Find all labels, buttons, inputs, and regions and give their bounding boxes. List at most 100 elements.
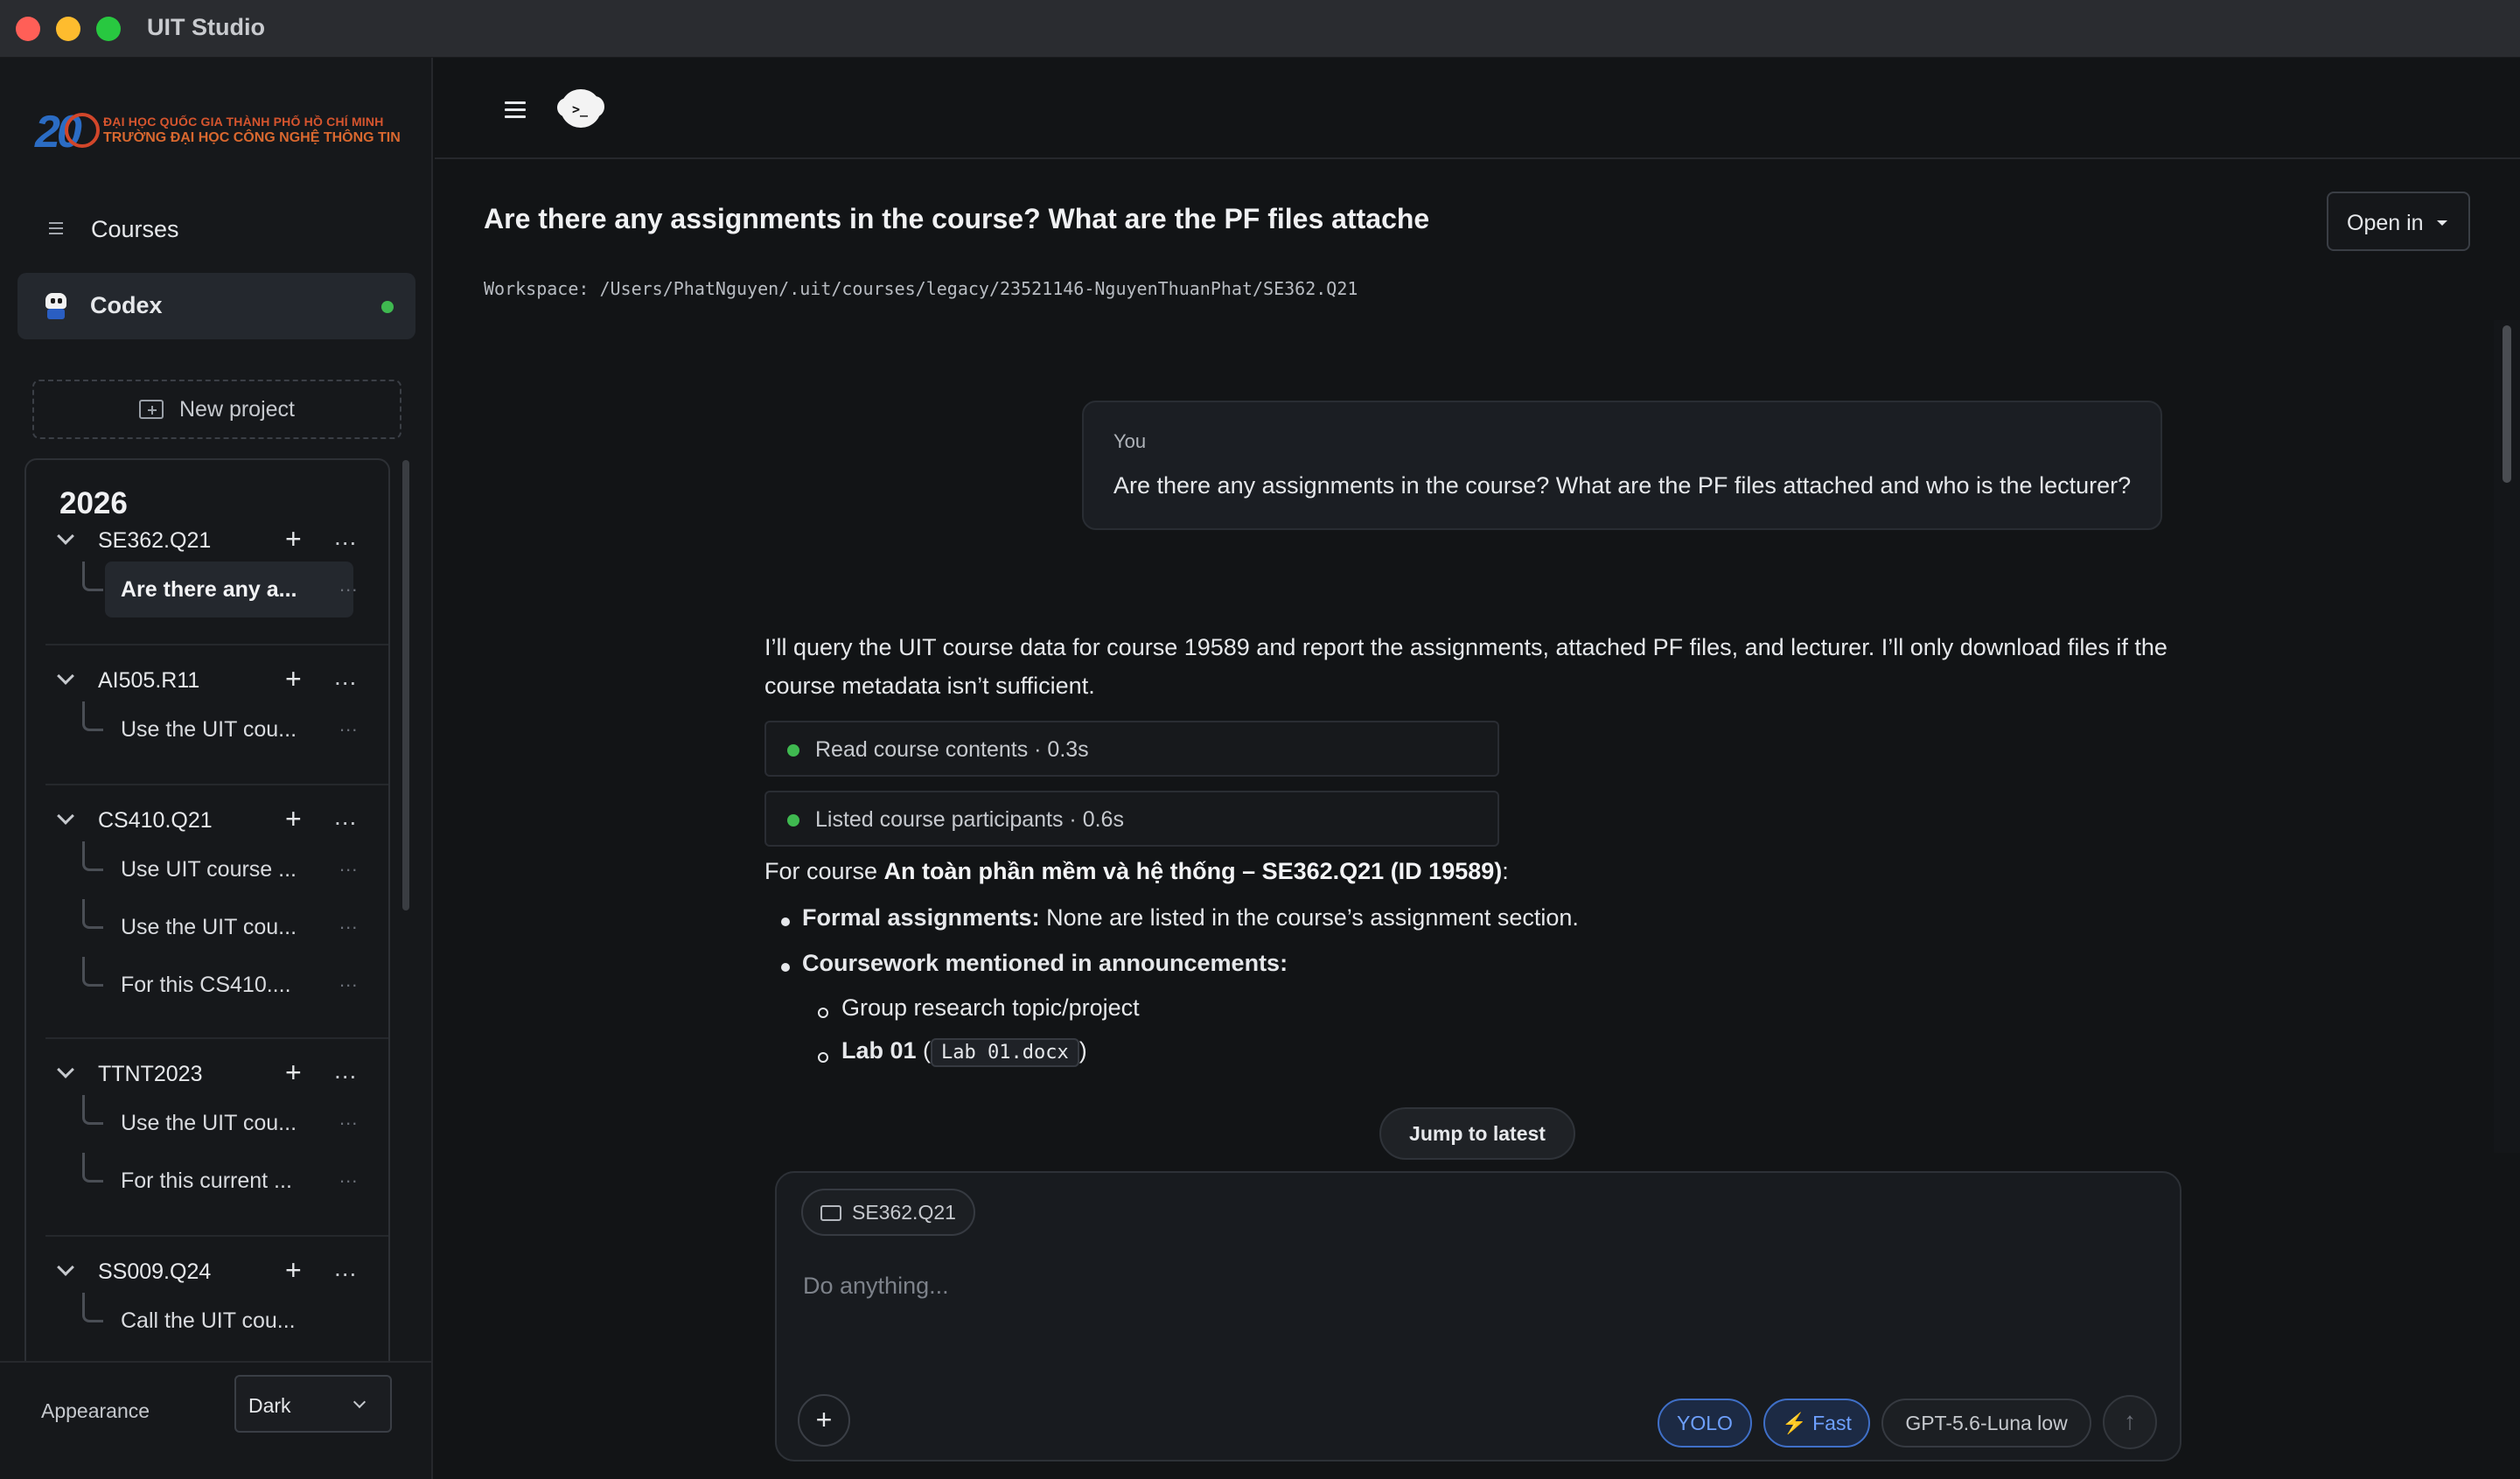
main-panel: >_ Are there any assignments in the cour…: [435, 58, 2520, 1479]
attach-button[interactable]: +: [798, 1394, 850, 1447]
success-status-icon: [787, 814, 799, 827]
thread-item[interactable]: Use the UIT cou... ...: [26, 701, 388, 759]
bullet-label: Formal assignments:: [802, 904, 1040, 931]
more-options-button[interactable]: ...: [334, 663, 357, 691]
thread-label: For this CS410....: [121, 973, 291, 997]
more-options-button[interactable]: ...: [334, 1057, 357, 1085]
toggle-sidebar-button[interactable]: [505, 101, 526, 122]
new-project-label: New project: [179, 396, 295, 422]
more-options-button[interactable]: ...: [334, 803, 357, 831]
scrollbar-thumb[interactable]: [2503, 325, 2511, 483]
thread-label: Use the UIT cou...: [121, 717, 297, 742]
sub-bullet-icon: [818, 1008, 828, 1018]
thread-more-button[interactable]: ...: [339, 1165, 358, 1188]
logo-circle-icon: [65, 113, 100, 148]
composer: SE362.Q21 Do anything... + YOLO ⚡ Fast G…: [775, 1171, 2181, 1462]
course-group-header[interactable]: TTNT2023 + ...: [26, 1053, 388, 1095]
course-group-header[interactable]: SS009.Q24 + ...: [26, 1251, 388, 1293]
course-name: AI505.R11: [98, 668, 200, 693]
thread-more-button[interactable]: ...: [339, 969, 358, 992]
message-text: Are there any assignments in the course?…: [1113, 472, 2132, 499]
course-summary: For course An toàn phần mềm và hệ thống …: [764, 858, 1509, 885]
thread-item[interactable]: For this current ... ...: [26, 1153, 388, 1210]
course-name: TTNT2023: [98, 1062, 203, 1086]
logo-line-1: ĐẠI HỌC QUỐC GIA THÀNH PHỐ HỒ CHÍ MINH: [103, 115, 384, 129]
success-status-icon: [787, 744, 799, 757]
bullet-item: Coursework mentioned in announcements:: [802, 950, 1288, 977]
course-group-header[interactable]: CS410.Q21 + ...: [26, 799, 388, 841]
codex-icon: [44, 293, 68, 319]
more-options-button[interactable]: ...: [334, 523, 357, 551]
jump-to-latest-button[interactable]: Jump to latest: [1379, 1107, 1575, 1160]
new-project-button[interactable]: New project: [32, 380, 401, 439]
fast-toggle[interactable]: ⚡ Fast: [1763, 1399, 1870, 1448]
nav-item-courses[interactable]: Courses: [19, 203, 415, 255]
context-chip[interactable]: SE362.Q21: [801, 1189, 975, 1236]
thread-label: For this current ...: [121, 1169, 292, 1193]
course-group-header[interactable]: SE362.Q21 + ...: [26, 520, 388, 562]
course-group: AI505.R11 + ... Use the UIT cou... ...: [26, 659, 388, 759]
chevron-down-icon[interactable]: [57, 807, 74, 825]
bullet-text: None are listed in the course’s assignme…: [1039, 904, 1579, 931]
title-bar: UIT Studio: [0, 0, 2520, 58]
logo-line-2: TRƯỜNG ĐẠI HỌC CÔNG NGHỆ THÔNG TIN: [103, 130, 401, 145]
add-thread-button[interactable]: +: [285, 1057, 302, 1089]
divider: [45, 644, 388, 645]
chevron-down-icon[interactable]: [57, 1259, 74, 1276]
divider: [45, 1235, 388, 1237]
thread-item[interactable]: For this CS410.... ...: [26, 957, 388, 1015]
thread-item[interactable]: Use the UIT cou... ...: [26, 1095, 388, 1153]
composer-input[interactable]: Do anything...: [803, 1273, 949, 1300]
folder-icon: [820, 1205, 841, 1221]
message-author: You: [1113, 430, 1147, 452]
sub-bullet-label: Lab 01: [841, 1037, 917, 1064]
course-name: CS410.Q21: [98, 808, 213, 833]
conversation-title: Are there any assignments in the course?…: [484, 203, 1430, 234]
tool-call[interactable]: Listed course participants · 0.6s: [764, 791, 1499, 847]
add-thread-button[interactable]: +: [285, 663, 302, 695]
nav-item-codex[interactable]: Codex: [17, 273, 415, 339]
course-group: SS009.Q24 + ... Call the UIT cou...: [26, 1251, 388, 1350]
assistant-intro: I’ll query the UIT course data for cours…: [764, 634, 2167, 699]
model-selector[interactable]: GPT-5.6-Luna low: [1881, 1399, 2091, 1448]
thread-more-button[interactable]: ...: [339, 1107, 358, 1130]
sidebar-scrollbar[interactable]: [402, 460, 409, 910]
appearance-select[interactable]: Dark: [234, 1375, 392, 1433]
codex-cloud-icon: >_: [557, 89, 604, 128]
tool-call[interactable]: Read course contents · 0.3s: [764, 721, 1499, 777]
close-window-button[interactable]: [16, 17, 40, 41]
open-in-label: Open in: [2347, 211, 2424, 235]
course-group-header[interactable]: AI505.R11 + ...: [26, 659, 388, 701]
thread-label: Use UIT course ...: [121, 857, 297, 882]
thread-more-button[interactable]: ...: [339, 714, 358, 736]
thread-item[interactable]: Call the UIT cou...: [26, 1293, 388, 1350]
project-tree: 2026 SE362.Q21 + ... Are there any a... …: [24, 458, 390, 1420]
chevron-down-icon[interactable]: [57, 667, 74, 685]
thread-more-button[interactable]: ...: [339, 854, 358, 876]
nav-item-label: Courses: [91, 215, 179, 242]
add-thread-button[interactable]: +: [285, 1254, 302, 1287]
thread-item[interactable]: Use UIT course ... ...: [26, 841, 388, 899]
open-in-button[interactable]: Open in: [2327, 192, 2470, 251]
thread-more-button[interactable]: ...: [339, 574, 358, 596]
course-suffix: :: [1502, 858, 1509, 884]
add-thread-button[interactable]: +: [285, 523, 302, 555]
more-options-button[interactable]: ...: [334, 1254, 357, 1282]
thread-item[interactable]: Use the UIT cou... ...: [26, 899, 388, 957]
file-code: Lab 01.docx: [931, 1038, 1079, 1067]
maximize-window-button[interactable]: [96, 17, 121, 41]
divider: [45, 1037, 388, 1039]
divider: [45, 784, 388, 785]
course-name: An toàn phần mềm và hệ thống – SE362.Q21…: [883, 858, 1503, 884]
add-thread-button[interactable]: +: [285, 803, 302, 835]
chevron-down-icon[interactable]: [57, 527, 74, 545]
yolo-toggle[interactable]: YOLO: [1658, 1399, 1752, 1448]
minimize-window-button[interactable]: [56, 17, 80, 41]
thread-item[interactable]: Are there any a... ...: [26, 562, 388, 619]
thread-more-button[interactable]: ...: [339, 911, 358, 934]
user-message: You Are there any assignments in the cou…: [1082, 401, 2162, 530]
course-group: TTNT2023 + ... Use the UIT cou... ... Fo…: [26, 1053, 388, 1210]
send-button[interactable]: ↑: [2103, 1395, 2157, 1449]
conversation-scrollbar[interactable]: [2494, 320, 2520, 1153]
chevron-down-icon[interactable]: [57, 1061, 74, 1078]
